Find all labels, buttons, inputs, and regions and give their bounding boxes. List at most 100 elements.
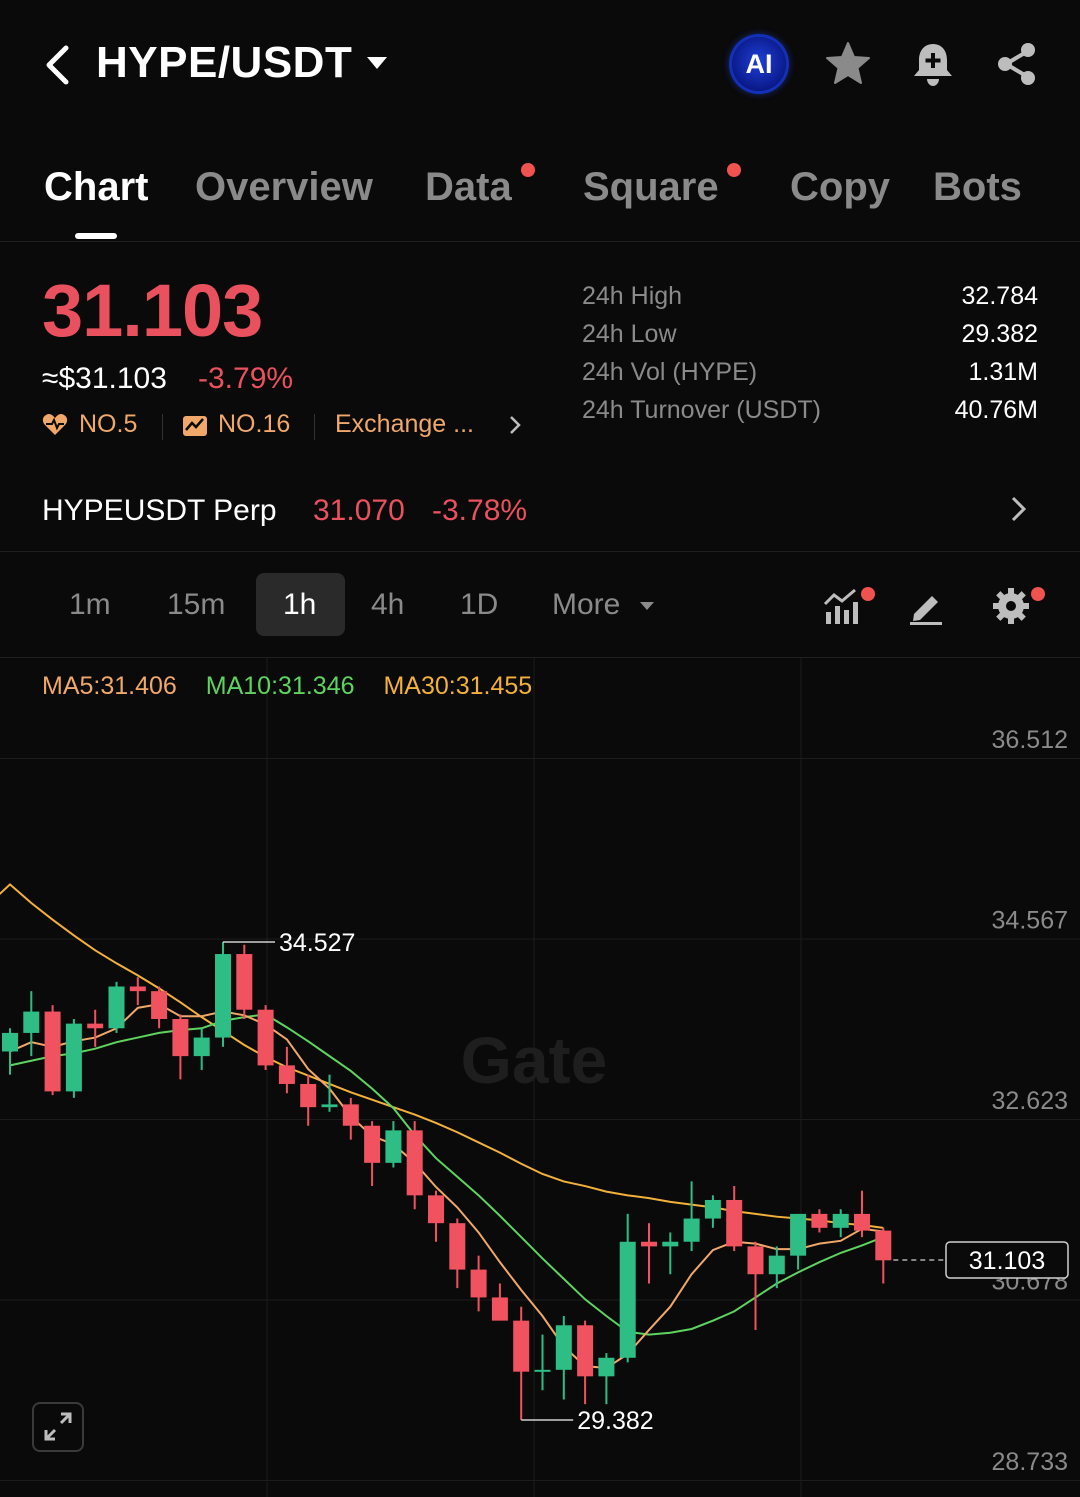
stat-label: 24h Low — [582, 320, 677, 348]
ai-assistant-button[interactable]: AI — [732, 37, 786, 91]
header: HYPE/USDT AI — [0, 0, 1080, 130]
candle-body — [598, 1357, 615, 1377]
more-dropdown-caret-icon[interactable] — [639, 600, 655, 612]
stat-value: 1.31M — [968, 358, 1038, 386]
stat-label: 24h Turnover (USDT) — [582, 396, 821, 424]
pair-title[interactable]: HYPE/USDT — [96, 38, 352, 88]
y-axis-tick-label: 34.567 — [992, 907, 1068, 935]
interval-4h[interactable]: 4h — [371, 588, 404, 622]
tab-bots[interactable]: Bots — [933, 165, 1022, 210]
stat-value: 40.76M — [954, 396, 1038, 424]
ma-legend: MA5:31.406 MA10:31.346 MA30:31.455 — [42, 672, 554, 701]
trend-rank-icon — [183, 416, 207, 436]
back-arrow-icon[interactable] — [40, 42, 80, 88]
candle-body — [555, 1325, 572, 1370]
price-change-percent: -3.79% — [198, 362, 294, 395]
stat-label: 24h Vol (HYPE) — [582, 358, 758, 386]
candle-body — [662, 1241, 679, 1247]
last-price-tag: 31.103 — [969, 1247, 1045, 1275]
perp-name: HYPEUSDT Perp — [42, 494, 277, 527]
fullscreen-expand-button[interactable] — [32, 1402, 84, 1452]
exchange-link[interactable]: Exchange ... — [335, 410, 474, 439]
candle-body — [108, 986, 125, 1029]
candle-body — [811, 1213, 828, 1228]
candle-body — [449, 1223, 466, 1270]
candle-body — [278, 1065, 295, 1084]
perp-contract-row[interactable]: HYPEUSDT Perp 31.070 -3.78% — [0, 470, 1080, 552]
ma5-line — [9, 1003, 884, 1369]
low-price-label: 29.382 — [577, 1407, 653, 1435]
candle-body — [129, 986, 146, 992]
candle-body — [726, 1199, 743, 1247]
candle-body — [321, 1104, 338, 1108]
settings-notification-dot — [1031, 587, 1045, 601]
perp-change: -3.78% — [432, 494, 528, 527]
candle-body — [790, 1213, 807, 1256]
stats-panel: 24h High 32.784 24h Low 29.382 24h Vol (… — [582, 282, 1038, 434]
ma5-label: MA5:31.406 — [42, 672, 177, 700]
favorite-star-icon[interactable] — [824, 40, 872, 88]
stat-row: 24h Vol (HYPE) 1.31M — [582, 358, 1038, 396]
candle-body — [65, 1023, 82, 1092]
candle-body — [215, 954, 231, 1038]
exchange-chevron-icon[interactable] — [508, 414, 522, 436]
candle-body — [577, 1325, 594, 1377]
indicators-icon[interactable] — [822, 586, 862, 626]
stat-row: 24h Low 29.382 — [582, 320, 1038, 358]
candle-body — [513, 1320, 530, 1372]
price-alert-bell-icon[interactable] — [910, 40, 956, 88]
candle-body — [342, 1104, 359, 1126]
candle-body — [875, 1230, 892, 1261]
tab-square-notification-dot — [727, 163, 741, 177]
candle-body — [704, 1199, 721, 1219]
expand-arrows-icon — [44, 1412, 72, 1441]
stat-label: 24h High — [582, 282, 683, 310]
candlestick-chart[interactable]: Gate34.52729.38236.51234.56732.62330.678… — [0, 658, 1080, 1497]
indicators-notification-dot — [861, 587, 875, 601]
candle-body — [236, 954, 253, 1010]
tab-copy[interactable]: Copy — [790, 165, 890, 210]
candle-body — [87, 1023, 104, 1029]
interval-15m[interactable]: 15m — [167, 588, 225, 622]
interval-1h[interactable]: 1h — [283, 588, 316, 622]
tab-overview[interactable]: Overview — [195, 165, 373, 210]
settings-gear-icon[interactable] — [991, 586, 1031, 626]
perp-chevron-icon[interactable] — [1008, 494, 1030, 524]
high-price-label: 34.527 — [279, 929, 355, 957]
draw-pencil-icon[interactable] — [906, 586, 946, 626]
tab-square[interactable]: Square — [583, 165, 719, 210]
candle-body — [300, 1083, 317, 1108]
candle-body — [2, 1032, 18, 1052]
ma10-line — [9, 1013, 884, 1336]
candle-body — [534, 1369, 551, 1372]
ma30-label: MA30:31.455 — [383, 672, 533, 700]
interval-1m[interactable]: 1m — [69, 588, 111, 622]
rank-2-label[interactable]: NO.16 — [218, 410, 290, 439]
candle-body — [257, 1009, 274, 1066]
pair-dropdown-caret-icon[interactable] — [366, 55, 388, 71]
tab-bar: Chart Overview Data Square Copy Bots — [0, 140, 1080, 242]
tab-chart[interactable]: Chart — [44, 165, 148, 210]
candle-body — [768, 1255, 785, 1275]
share-icon[interactable] — [994, 40, 1040, 88]
rank-1-label[interactable]: NO.5 — [79, 410, 137, 439]
candle-body — [619, 1241, 636, 1358]
candle-body — [854, 1213, 870, 1231]
stat-value: 32.784 — [961, 282, 1038, 310]
candle-body — [832, 1213, 849, 1228]
gate-watermark: Gate — [461, 1023, 608, 1097]
candle-body — [44, 1011, 61, 1092]
interval-more[interactable]: More — [552, 588, 620, 622]
candle-body — [428, 1195, 444, 1224]
interval-1d[interactable]: 1D — [460, 588, 498, 622]
stat-row: 24h Turnover (USDT) 40.76M — [582, 396, 1038, 434]
heart-rank-icon — [42, 414, 68, 435]
candle-body — [470, 1269, 487, 1298]
price-usd-equivalent: ≈$31.103 — [42, 362, 167, 395]
active-tab-indicator — [75, 233, 117, 239]
stat-row: 24h High 32.784 — [582, 282, 1038, 320]
candle-body — [747, 1246, 764, 1275]
candle-body — [385, 1130, 402, 1163]
tab-data[interactable]: Data — [425, 165, 512, 210]
candle-body — [491, 1297, 508, 1321]
